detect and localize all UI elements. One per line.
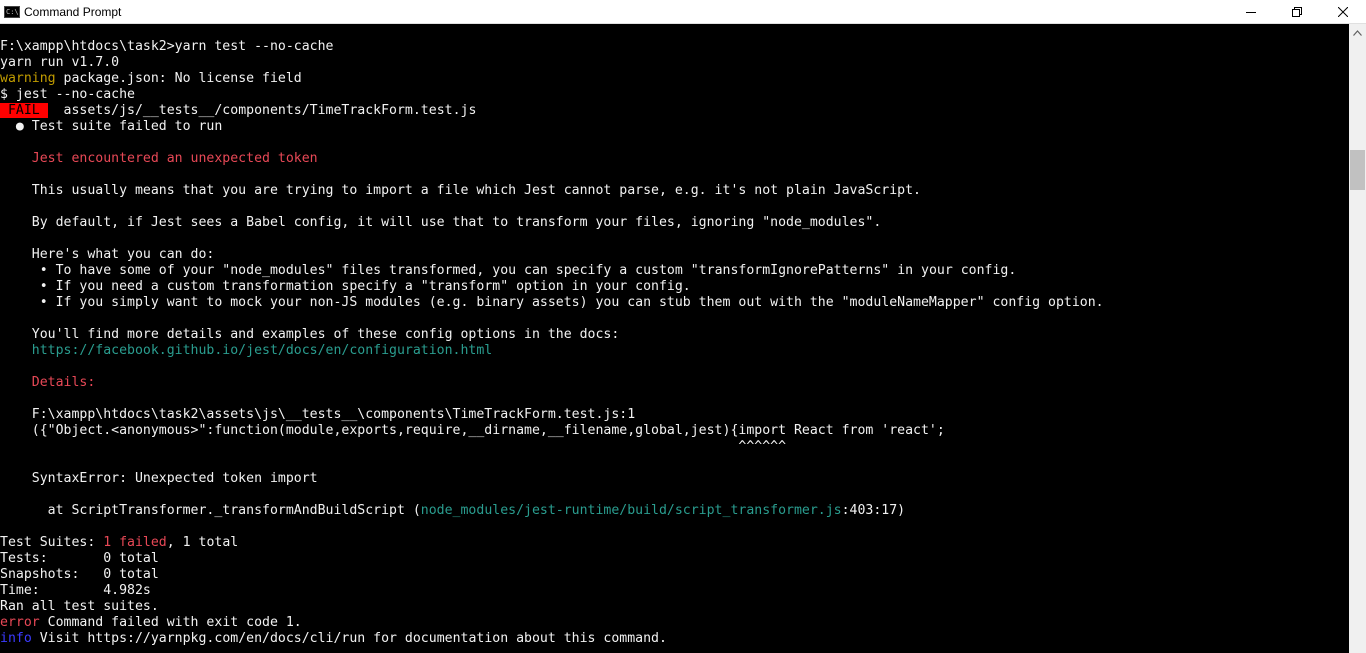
console-line: • To have some of your "node_modules" fi… xyxy=(0,263,1349,279)
fail-badge: FAIL xyxy=(0,103,48,118)
console-text: package.json: No license field xyxy=(55,71,302,86)
console-text: By default, if Jest sees a Babel config,… xyxy=(0,215,882,230)
console-line: ● Test suite failed to run xyxy=(0,119,1349,135)
console-line: Jest encountered an unexpected token xyxy=(0,151,1349,167)
close-icon xyxy=(1338,6,1348,17)
console-line: • If you need a custom transformation sp… xyxy=(0,279,1349,295)
vertical-scrollbar[interactable] xyxy=(1349,24,1366,653)
console-text: Tests: 0 total xyxy=(0,551,159,566)
console-text: TimeTrackForm.test.js xyxy=(309,103,477,118)
scroll-up-button[interactable] xyxy=(1349,24,1366,41)
restore-icon xyxy=(1292,6,1302,17)
console-text: warning xyxy=(0,71,56,86)
window-controls xyxy=(1228,0,1366,23)
console-line: error Command failed with exit code 1. xyxy=(0,615,1349,631)
console-text: Command failed with exit code 1. xyxy=(39,615,302,630)
console-text: ^^^^^^ xyxy=(0,439,787,454)
console-line: Test Suites: 1 failed, 1 total xyxy=(0,535,1349,551)
console-text: node_modules/jest-runtime/build/script_t… xyxy=(420,503,842,518)
title-bar[interactable]: C:\ Command Prompt xyxy=(0,0,1366,24)
console-line: ^^^^^^ xyxy=(0,439,1349,455)
console-line: Details: xyxy=(0,375,1349,391)
console-line: You'll find more details and examples of… xyxy=(0,327,1349,343)
console-text: This usually means that you are trying t… xyxy=(0,183,921,198)
console-text: https://facebook.github.io/jest/docs/en/… xyxy=(0,343,493,358)
console-line: F:\xampp\htdocs\task2>yarn test --no-cac… xyxy=(0,39,1349,55)
console-text: • If you simply want to mock your non-JS… xyxy=(0,295,842,310)
console-line: Ran all test suites. xyxy=(0,599,1349,615)
console-text: at ScriptTransformer._transformAndBuildS… xyxy=(0,503,421,518)
window-title: Command Prompt xyxy=(24,4,122,19)
console-text: yarn run v1.7.0 xyxy=(0,55,120,70)
console-text: Test Suites: xyxy=(0,535,104,550)
console-line: Tests: 0 total xyxy=(0,551,1349,567)
console-text: Snapshots: 0 total xyxy=(0,567,159,582)
console-text: 1 failed xyxy=(103,535,167,550)
console-text: info xyxy=(0,631,32,646)
console-text: Ran all test suites. xyxy=(0,599,159,614)
console-line: info Visit https://yarnpkg.com/en/docs/c… xyxy=(0,631,1349,647)
console-text: Jest encountered an unexpected token xyxy=(0,151,318,166)
console-text: in your config. xyxy=(889,263,1017,278)
console-text: :403:17) xyxy=(841,503,906,518)
console-text: option in your config. xyxy=(508,279,691,294)
console-text: error xyxy=(0,615,40,630)
console-text: • To have some of your "node_modules" fi… xyxy=(0,263,691,278)
console-line: • If you simply want to mock your non-JS… xyxy=(0,295,1349,311)
console-line: By default, if Jest sees a Babel config,… xyxy=(0,215,1349,231)
command-prompt-window: C:\ Command Prompt F:\xampp\htdocs\task2… xyxy=(0,0,1366,653)
console-line: ({"Object.<anonymous>":function(module,e… xyxy=(0,423,1349,439)
console-line: Time: 4.982s xyxy=(0,583,1349,599)
console-text: SyntaxError: Unexpected token import xyxy=(0,471,318,486)
console-line: FAIL assets/js/__tests__/components/Time… xyxy=(0,103,1349,119)
console-text: for documentation about this command. xyxy=(365,631,667,646)
console-text: "transformIgnorePatterns" xyxy=(690,263,890,278)
console-text: "transform" xyxy=(420,279,509,294)
chevron-up-icon xyxy=(1353,29,1362,36)
console-text: F:\xampp\htdocs\task2>yarn test --no-cac… xyxy=(0,39,334,54)
command-prompt-icon: C:\ xyxy=(4,5,20,18)
console-line: Here's what you can do: xyxy=(0,247,1349,263)
console-text: You'll find more details and examples of… xyxy=(0,327,620,342)
console-text: Here's what you can do: xyxy=(0,247,215,262)
minimize-button[interactable] xyxy=(1228,0,1274,23)
console-text: , 1 total xyxy=(166,535,239,550)
console-line: F:\xampp\htdocs\task2\assets\js\__tests_… xyxy=(0,407,1349,423)
minimize-icon xyxy=(1246,11,1256,13)
console-text: F:\xampp\htdocs\task2\assets\js\__tests_… xyxy=(0,407,636,422)
console-text: ({"Object.<anonymous>":function(module,e… xyxy=(0,423,945,438)
console-line: at ScriptTransformer._transformAndBuildS… xyxy=(0,503,1349,519)
console-text: $ jest --no-cache xyxy=(0,87,135,102)
console-line: Snapshots: 0 total xyxy=(0,567,1349,583)
scroll-thumb[interactable] xyxy=(1350,150,1365,190)
console-line: This usually means that you are trying t… xyxy=(0,183,1349,199)
console-text: Details: xyxy=(0,375,96,390)
console-line: yarn run v1.7.0 xyxy=(0,55,1349,71)
console-line: warning package.json: No license field xyxy=(0,71,1349,87)
console-text: assets/js/__tests__/components/ xyxy=(47,103,310,118)
restore-button[interactable] xyxy=(1274,0,1320,23)
console-line: SyntaxError: Unexpected token import xyxy=(0,471,1349,487)
console-text: https://yarnpkg.com/en/docs/cli/run xyxy=(87,631,366,646)
console-text: "moduleNameMapper" xyxy=(841,295,985,310)
console-text: config option. xyxy=(984,295,1104,310)
console-text: Time: 4.982s xyxy=(0,583,151,598)
console-text: ● Test suite failed to run xyxy=(0,119,223,134)
console-text: Visit xyxy=(31,631,88,646)
console-line: https://facebook.github.io/jest/docs/en/… xyxy=(0,343,1349,359)
console-text: • If you need a custom transformation sp… xyxy=(0,279,421,294)
close-button[interactable] xyxy=(1320,0,1366,23)
console-line: $ jest --no-cache xyxy=(0,87,1349,103)
console-output[interactable]: F:\xampp\htdocs\task2>yarn test --no-cac… xyxy=(0,39,1349,653)
